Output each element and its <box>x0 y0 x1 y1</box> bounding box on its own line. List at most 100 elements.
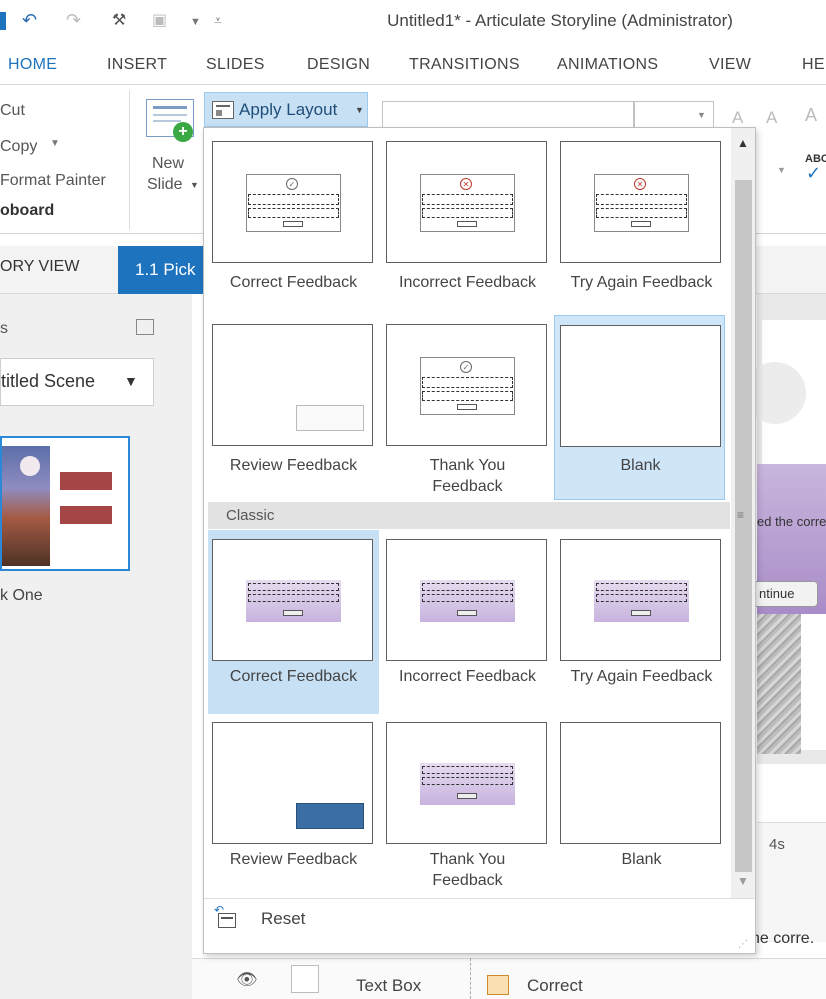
tab-home[interactable]: HOME <box>0 48 66 84</box>
visibility-eye-icon[interactable]: 👁 <box>236 970 258 990</box>
tab-view[interactable]: VIEW <box>709 56 751 74</box>
spell-check-mark-icon: ✓ <box>806 163 822 183</box>
window-title: Untitled1* - Articulate Storyline (Admin… <box>387 11 733 30</box>
scene-dropdown-value: titled Scene <box>1 371 96 391</box>
timeline <box>757 822 826 942</box>
slide-thumbnail-label: k One <box>0 587 43 604</box>
classic-layout-try-again-feedback[interactable]: Try Again Feedback <box>556 530 727 714</box>
layout-thumbnail <box>212 722 373 844</box>
canvas-photo <box>757 614 801 754</box>
layout-thumbnail <box>386 722 547 844</box>
classic-layout-incorrect-feedback[interactable]: Incorrect Feedback <box>382 530 553 714</box>
scrollbar-thumb[interactable]: ≡ <box>735 180 752 872</box>
layout-blank[interactable]: Blank <box>554 315 725 500</box>
layout-thumbnail: ✕ <box>560 141 721 263</box>
choice-button-1 <box>60 472 112 490</box>
layout-label: Correct Feedback <box>229 668 358 685</box>
copy-dropdown-icon[interactable]: ▼ <box>50 138 60 149</box>
layout-label: Review Feedback <box>229 851 358 868</box>
layer-correct-label[interactable]: Correct <box>527 976 583 996</box>
shrink-font-icon[interactable]: A <box>766 108 777 128</box>
apply-layout-button[interactable]: Apply Layout ▼ <box>204 92 368 127</box>
copy-button[interactable]: Copy <box>0 138 37 156</box>
chevron-down-icon: ▼ <box>124 373 138 389</box>
grip-icon: ≡ <box>737 508 745 522</box>
tab-animations[interactable]: ANIMATIONS <box>557 56 658 74</box>
scroll-down-icon[interactable]: ▼ <box>737 874 749 888</box>
layout-thumbnail <box>212 324 373 446</box>
layout-try-again-feedback[interactable]: ✕ Try Again Feedback <box>556 132 727 304</box>
continue-button[interactable]: ntinue <box>748 581 818 607</box>
classic-layout-correct-feedback[interactable]: Correct Feedback <box>208 530 379 714</box>
layout-thumbnail <box>560 325 721 447</box>
tab-help[interactable]: HE <box>802 56 825 74</box>
lock-checkbox[interactable] <box>291 965 319 993</box>
new-slide-icon[interactable]: + <box>146 99 194 142</box>
layout-incorrect-feedback[interactable]: ✕ Incorrect Feedback <box>382 132 553 304</box>
format-painter-button[interactable]: Format Painter <box>0 172 106 190</box>
tab-design[interactable]: DESIGN <box>307 56 370 74</box>
scroll-up-icon[interactable]: ▲ <box>737 136 749 150</box>
clipboard-group-label: oboard <box>0 202 55 219</box>
layout-label: Incorrect Feedback <box>399 274 536 291</box>
layout-gallery: ✓ Correct Feedback ✕ Incorrect Feedback … <box>203 127 756 954</box>
layout-label: Try Again Feedback <box>570 668 713 685</box>
bottom-separator <box>470 958 471 999</box>
classic-layout-thank-you-feedback[interactable]: Thank You Feedback <box>382 713 553 897</box>
slide-thumbnail[interactable] <box>0 436 130 571</box>
resize-grip-icon[interactable]: ⋰ <box>738 939 748 950</box>
scene-dropdown[interactable]: titled Scene ▼ <box>0 358 154 406</box>
layout-thank-you-feedback[interactable]: ✓ Thank You Feedback <box>382 315 553 499</box>
ribbon-separator <box>129 90 130 230</box>
layout-correct-feedback[interactable]: ✓ Correct Feedback <box>208 132 379 304</box>
layout-label: Incorrect Feedback <box>399 668 536 685</box>
desert-image <box>2 446 50 566</box>
pane-restore-icon[interactable] <box>136 319 154 335</box>
clear-format-icon[interactable]: A <box>805 105 817 126</box>
choice-button-2 <box>60 506 112 524</box>
gallery-scrollbar[interactable]: ▲ ≡ ▼ <box>731 128 755 898</box>
layout-label: Correct Feedback <box>229 274 358 291</box>
layout-thumbnail <box>560 539 721 661</box>
gallery-footer: ↶ Reset ⋰ <box>204 898 755 953</box>
layer-icon <box>487 975 509 995</box>
layout-review-feedback[interactable]: Review Feedback <box>208 315 379 499</box>
title-bar: ↶ ↷ ⚒ ▣ ▼ ⩡ Untitled1* - Articulate Stor… <box>0 0 826 44</box>
cut-button[interactable]: Cut <box>0 102 25 120</box>
layout-label: Thank You Feedback <box>429 851 506 889</box>
layout-label: Review Feedback <box>229 457 358 474</box>
apply-layout-dropdown-icon: ▼ <box>355 105 364 115</box>
tab-insert[interactable]: INSERT <box>107 56 167 74</box>
apply-layout-label: Apply Layout <box>239 100 338 119</box>
layout-label: Try Again Feedback <box>570 274 713 291</box>
font-options-dropdown-icon[interactable]: ▼ <box>777 165 786 175</box>
classic-section-label: Classic <box>226 507 275 524</box>
reset-icon: ↶ <box>214 903 240 931</box>
classic-layout-blank[interactable]: Blank <box>556 713 727 897</box>
layout-thumbnail <box>386 539 547 661</box>
timeline-item-textbox[interactable]: Text Box <box>356 976 421 996</box>
ribbon-tabs: HOME INSERT SLIDES DESIGN TRANSITIONS AN… <box>0 48 826 84</box>
new-slide-label-2[interactable]: Slide <box>147 176 183 194</box>
timeline-layer-text: he corre. <box>751 930 815 947</box>
layout-thumbnail <box>212 539 373 661</box>
reset-layout-button[interactable]: Reset <box>261 909 305 929</box>
layout-label: Thank You Feedback <box>429 457 506 495</box>
layout-label: Blank <box>621 851 662 868</box>
layout-icon <box>212 101 234 119</box>
story-view-tab[interactable]: ORY VIEW <box>0 258 79 276</box>
layout-thumbnail: ✓ <box>386 324 547 446</box>
tab-slides[interactable]: SLIDES <box>206 56 265 74</box>
layout-thumbnail <box>560 722 721 844</box>
timeline-tick: 4s <box>769 836 785 853</box>
classic-layout-review-feedback[interactable]: Review Feedback <box>208 713 379 897</box>
slide-tab[interactable]: 1.1 Pick <box>118 246 208 294</box>
layout-label: Blank <box>620 457 661 474</box>
tab-transitions[interactable]: TRANSITIONS <box>409 56 520 74</box>
timeline-row: 👁 Text Box Correct <box>192 958 826 999</box>
pane-title-fragment: s <box>0 320 8 337</box>
new-slide-label-1[interactable]: New <box>152 155 184 173</box>
layout-thumbnail: ✓ <box>212 141 373 263</box>
new-slide-dropdown-icon[interactable]: ▼ <box>190 180 199 190</box>
grow-font-icon[interactable]: A <box>732 108 743 128</box>
